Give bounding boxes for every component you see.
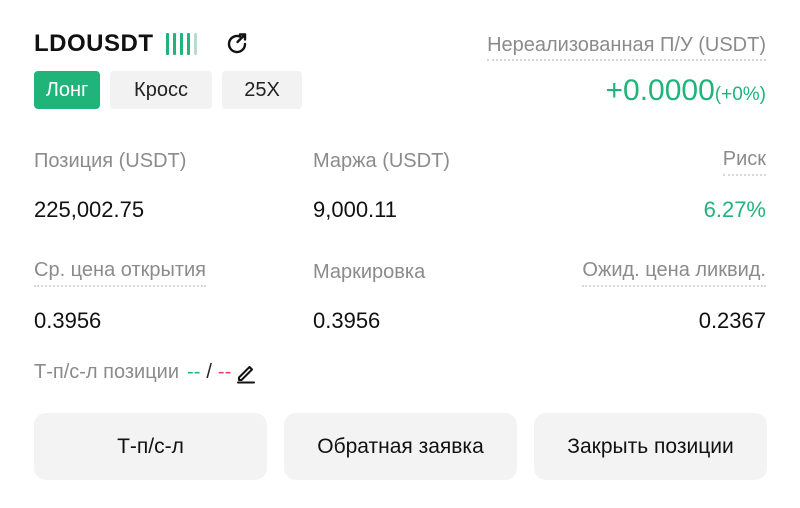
unrealized-pnl-label[interactable]: Нереализованная П/У (USDT) <box>487 34 766 61</box>
unrealized-pnl-amount: +0.0000 <box>605 74 715 107</box>
margin-label: Маржа (USDT) <box>313 150 450 172</box>
est-liq-price-label[interactable]: Ожид. цена ликвид. <box>582 259 766 287</box>
avg-entry-price-value: 0.3956 <box>34 308 102 333</box>
side-badge: Лонг <box>34 71 100 109</box>
position-tags: Лонг Кросс 25X <box>34 71 302 109</box>
share-icon[interactable] <box>223 30 251 58</box>
unrealized-pnl-value: +0.0000 (+0%) <box>606 74 767 108</box>
margin-mode-badge[interactable]: Кросс <box>110 71 212 109</box>
risk-label[interactable]: Риск <box>722 148 766 176</box>
tpsl-button[interactable]: Т-п/с-л <box>34 413 267 480</box>
reverse-order-button[interactable]: Обратная заявка <box>284 413 517 480</box>
take-profit-value: -- <box>187 361 201 383</box>
margin-value: 9,000.11 <box>313 197 398 222</box>
position-size-label: Позиция (USDT) <box>34 150 187 172</box>
symbol-title: LDOUSDT <box>34 30 154 57</box>
position-header: LDOUSDT <box>34 30 251 58</box>
tpsl-separator: / <box>206 361 212 383</box>
avg-entry-price-label[interactable]: Ср. цена открытия <box>34 259 207 287</box>
mark-price-value: 0.3956 <box>313 308 381 333</box>
est-liq-price-value: 0.2367 <box>698 308 766 333</box>
unrealized-pnl-percent: (+0%) <box>714 84 766 105</box>
position-size-value: 225,002.75 <box>34 197 145 222</box>
risk-value: 6.27% <box>703 197 766 222</box>
leverage-badge[interactable]: 25X <box>222 71 302 109</box>
close-positions-button[interactable]: Закрыть позиции <box>534 413 767 480</box>
stop-loss-value: -- <box>217 361 232 383</box>
signal-bars-icon <box>165 32 197 56</box>
mark-price-label: Маркировка <box>313 261 426 283</box>
tpsl-label: Т-п/с-л позиции <box>34 361 180 383</box>
pencil-icon[interactable] <box>235 362 257 384</box>
position-tpsl-row: Т-п/с-л позиции -- / -- <box>34 361 257 384</box>
